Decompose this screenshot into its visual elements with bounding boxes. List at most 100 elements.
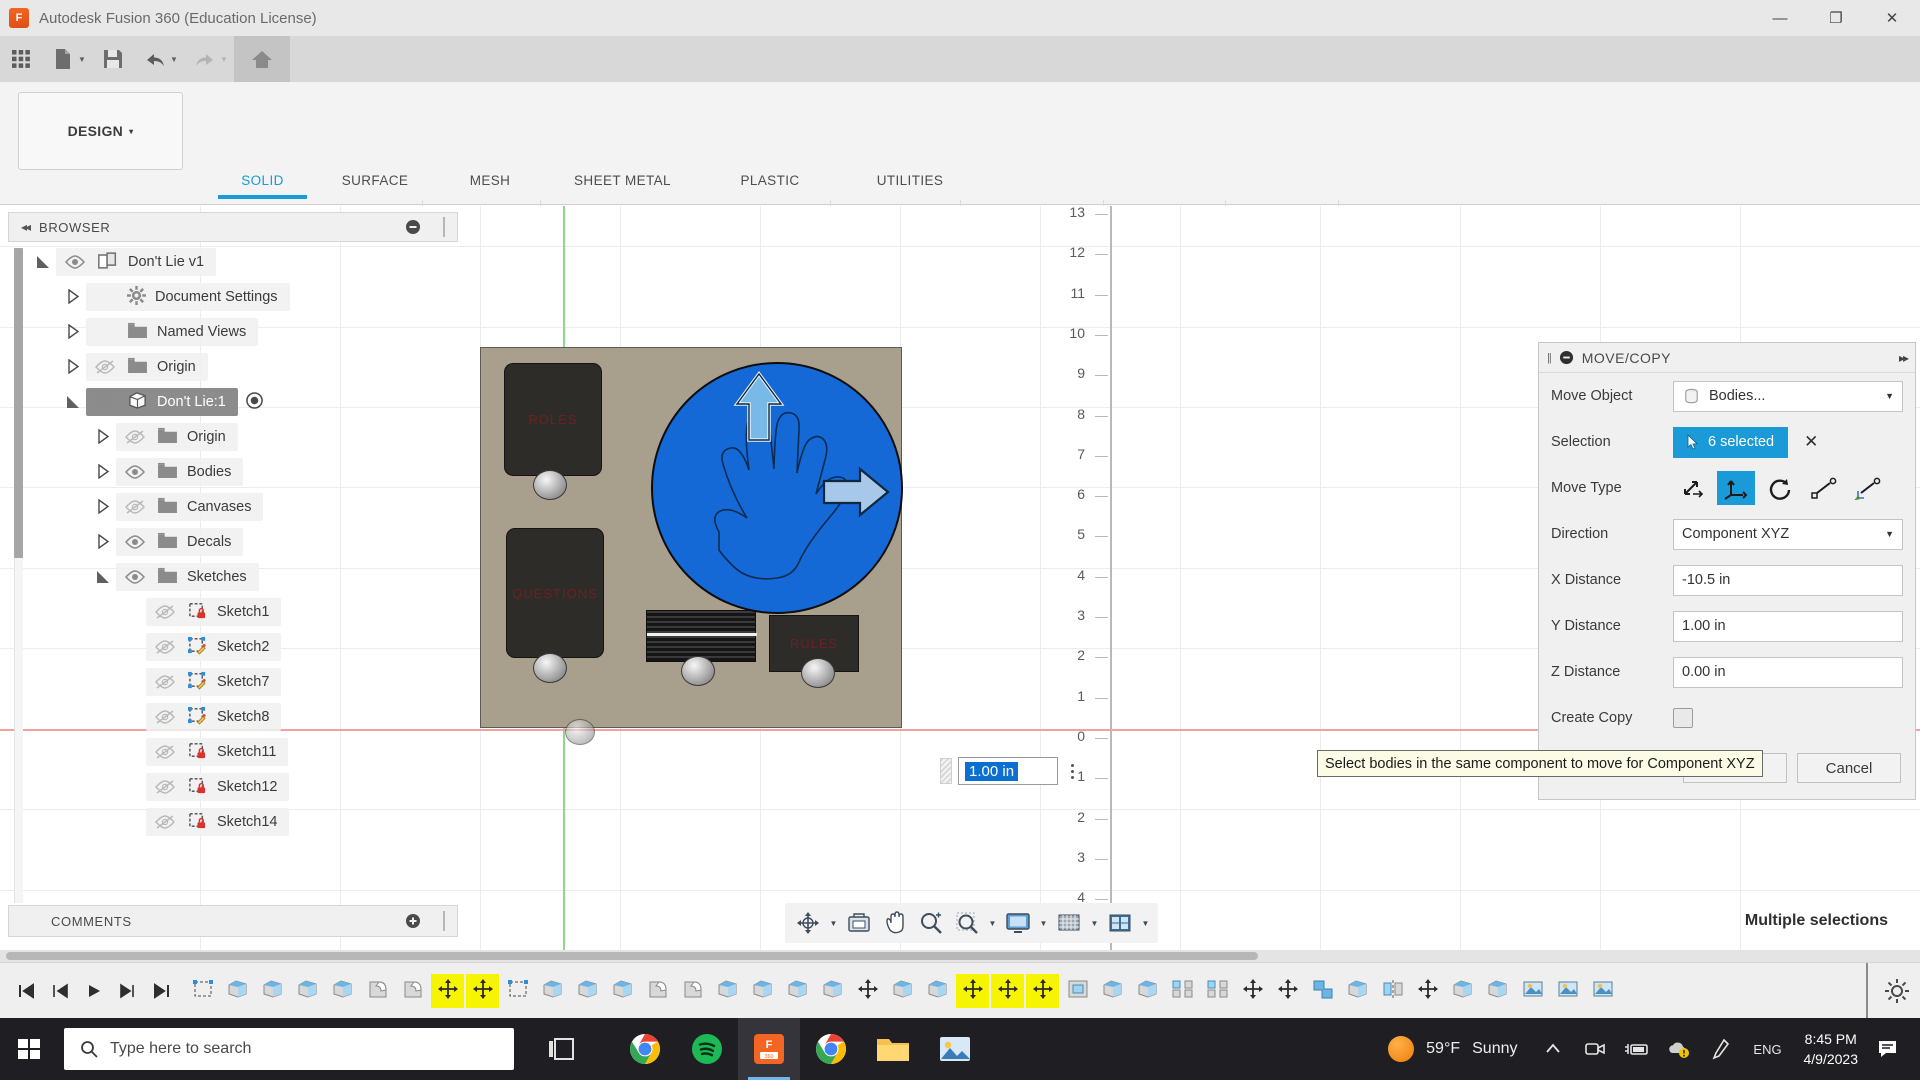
timeline-feature-item[interactable] <box>1446 974 1479 1008</box>
timeline-play-icon[interactable] <box>78 974 110 1008</box>
weather-widget[interactable]: 59°F Sunny <box>1374 1036 1531 1062</box>
translate-xyz-icon[interactable] <box>1717 471 1755 505</box>
point-to-position-icon[interactable] <box>1849 471 1887 505</box>
close-button[interactable]: ✕ <box>1864 0 1920 36</box>
timeline-feature-item[interactable] <box>536 974 569 1008</box>
windows-start-icon[interactable] <box>0 1018 58 1080</box>
viewports-caret-icon[interactable]: ▼ <box>1139 906 1152 940</box>
timeline-feature-item[interactable] <box>746 974 779 1008</box>
tree-expander-icon[interactable] <box>30 254 56 269</box>
model-button-roles[interactable]: ROLES <box>504 363 602 476</box>
visibility-toggle-icon[interactable] <box>122 534 148 550</box>
timeline-feature-item[interactable] <box>256 974 289 1008</box>
timeline-feature-item[interactable] <box>1201 974 1234 1008</box>
tree-expander-icon[interactable] <box>60 324 86 339</box>
tree-expander-icon[interactable] <box>90 569 116 584</box>
browser-item-origin[interactable]: Origin <box>30 349 458 384</box>
comments-panel-header[interactable]: COMMENTS <box>8 905 458 937</box>
battery-charging-icon[interactable] <box>1616 1018 1658 1080</box>
grid-snaps-icon[interactable] <box>1052 906 1086 940</box>
orbit-caret-icon[interactable]: ▼ <box>827 906 840 940</box>
timeline-feature-item[interactable] <box>781 974 814 1008</box>
comments-resize-grip[interactable] <box>443 911 445 931</box>
tab-utilities[interactable]: UTILITIES <box>840 168 980 192</box>
browser-item-sketch12[interactable]: Sketch12 <box>30 769 458 804</box>
timeline-feature-item[interactable] <box>886 974 919 1008</box>
action-center-icon[interactable] <box>1868 1018 1910 1080</box>
browser-item-sketch8[interactable]: Sketch8 <box>30 699 458 734</box>
browser-item-sketch11[interactable]: Sketch11 <box>30 734 458 769</box>
home-icon[interactable] <box>234 36 290 82</box>
expand-dialog-icon[interactable]: ▸▸ <box>1899 351 1907 365</box>
maximize-button[interactable]: ❐ <box>1808 0 1864 36</box>
browser-item-sketches[interactable]: Sketches <box>30 559 458 594</box>
app-grid-icon[interactable] <box>0 39 42 79</box>
visibility-toggle-icon[interactable] <box>152 744 178 760</box>
timeline-feature-item[interactable] <box>1551 974 1584 1008</box>
collapse-left-icon[interactable]: ◂◂ <box>21 220 29 234</box>
display-settings-icon[interactable] <box>1001 906 1035 940</box>
tab-plastic[interactable]: PLASTIC <box>700 168 840 192</box>
timeline-feature-item[interactable] <box>1131 974 1164 1008</box>
model-slider[interactable] <box>646 610 756 662</box>
minimize-button[interactable]: — <box>1752 0 1808 36</box>
timeline-feature-item[interactable] <box>361 974 394 1008</box>
free-move-icon[interactable] <box>1673 471 1711 505</box>
timeline-feature-item[interactable] <box>1376 974 1409 1008</box>
minimize-icon[interactable] <box>405 219 421 235</box>
activate-component-radio[interactable] <box>246 392 263 412</box>
visibility-toggle-icon[interactable] <box>152 639 178 655</box>
show-hidden-icons-chevron[interactable] <box>1532 1018 1574 1080</box>
direction-caret-icon[interactable]: ▼ <box>1885 529 1894 539</box>
meet-now-icon[interactable] <box>1574 1018 1616 1080</box>
z-distance-input[interactable]: 0.00 in <box>1673 657 1903 688</box>
tree-expander-icon[interactable] <box>60 359 86 374</box>
model-button-questions[interactable]: QUESTIONS <box>506 528 604 658</box>
visibility-toggle-icon[interactable] <box>62 254 88 270</box>
timeline-feature-item[interactable] <box>466 974 499 1008</box>
move-copy-header[interactable]: || MOVE/COPY ▸▸ <box>1539 343 1915 373</box>
tree-expander-icon[interactable] <box>60 394 86 409</box>
look-at-icon[interactable] <box>842 906 876 940</box>
create-copy-checkbox[interactable] <box>1673 708 1693 728</box>
move-copy-dialog[interactable]: || MOVE/COPY ▸▸ Move Object Bodies... ▼ … <box>1538 342 1916 800</box>
timeline-feature-item[interactable] <box>641 974 674 1008</box>
browser-resize-grip[interactable] <box>443 217 445 237</box>
timeline-feature-item[interactable] <box>1341 974 1374 1008</box>
task-view-icon[interactable] <box>530 1018 592 1080</box>
rotate-icon[interactable] <box>1761 471 1799 505</box>
timeline-feature-item[interactable] <box>571 974 604 1008</box>
timeline-feature-item[interactable] <box>1516 974 1549 1008</box>
timeline-feature-item[interactable] <box>1061 974 1094 1008</box>
minus-circle-icon[interactable] <box>1559 350 1574 365</box>
dimension-drag-grip[interactable] <box>940 758 952 784</box>
workspace-switcher[interactable]: DESIGN ▾ <box>18 92 183 170</box>
browser-item-named-views[interactable]: Named Views <box>30 314 458 349</box>
photos-icon[interactable] <box>924 1018 986 1080</box>
timeline-hscrollbar-thumb[interactable] <box>6 952 1258 960</box>
chrome-icon[interactable] <box>800 1018 862 1080</box>
x-distance-input[interactable]: -10.5 in <box>1673 565 1903 596</box>
timeline-feature-item[interactable] <box>676 974 709 1008</box>
dimension-input[interactable]: 1.00 in <box>958 757 1058 785</box>
zoom-icon[interactable] <box>914 906 948 940</box>
timeline-feature-item[interactable] <box>396 974 429 1008</box>
save-icon[interactable] <box>92 39 134 79</box>
pen-menu-icon[interactable] <box>1700 1018 1742 1080</box>
visibility-toggle-icon[interactable] <box>122 499 148 515</box>
timeline-feature-item[interactable] <box>991 974 1024 1008</box>
timeline-feature-item[interactable] <box>956 974 989 1008</box>
timeline-feature-item[interactable] <box>1166 974 1199 1008</box>
timeline-feature-item[interactable] <box>1481 974 1514 1008</box>
timeline-feature-item[interactable] <box>1306 974 1339 1008</box>
tree-expander-icon[interactable] <box>90 534 116 549</box>
file-explorer-icon[interactable] <box>862 1018 924 1080</box>
dimension-input-widget[interactable]: 1.00 in <box>940 755 1092 787</box>
tree-expander-icon[interactable] <box>90 464 116 479</box>
visibility-toggle-icon[interactable] <box>152 779 178 795</box>
visibility-toggle-icon[interactable] <box>122 464 148 480</box>
tree-expander-icon[interactable] <box>90 429 116 444</box>
visibility-toggle-icon[interactable] <box>152 674 178 690</box>
fusion360-icon[interactable]: F360 <box>738 1018 800 1080</box>
timeline-feature-item[interactable] <box>1271 974 1304 1008</box>
